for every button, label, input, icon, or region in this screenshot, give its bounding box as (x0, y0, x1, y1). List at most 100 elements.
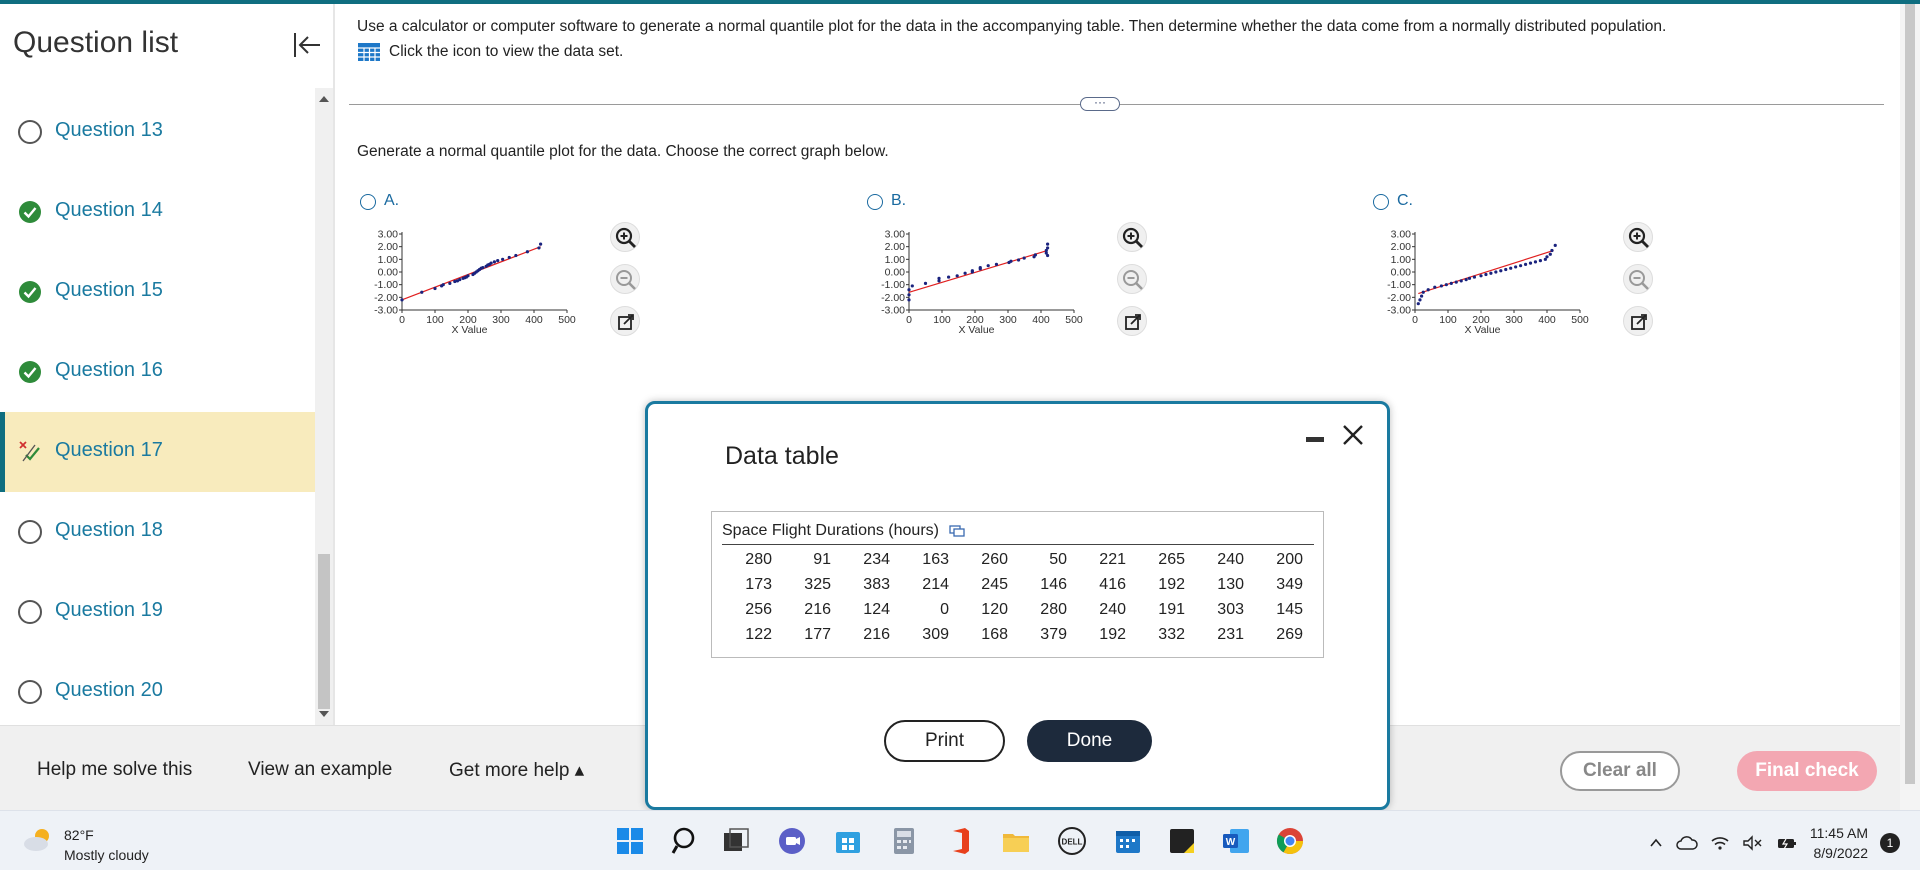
get-more-help-link[interactable]: Get more help ▴ (449, 759, 584, 782)
question-list-item[interactable]: Question 17 (0, 412, 315, 492)
table-cell: 168 (981, 625, 1008, 643)
windows-start-icon[interactable] (614, 825, 646, 857)
y-tick-label: -2.00 (1387, 292, 1411, 304)
scroll-up-arrow[interactable] (319, 96, 329, 102)
data-point (1489, 271, 1493, 275)
battery-charging-icon[interactable] (1776, 835, 1798, 851)
question-list-item-label[interactable]: Question 13 (55, 119, 163, 142)
page-scrollbar[interactable] (1900, 4, 1920, 810)
option-b-zoom-out-button[interactable] (1117, 264, 1147, 294)
x-tick-label: 100 (1439, 314, 1457, 326)
data-point (907, 288, 911, 292)
data-table-icon[interactable] (357, 42, 381, 62)
question-list-item[interactable]: Question 15 (0, 252, 315, 332)
file-explorer-icon[interactable] (1000, 825, 1032, 857)
done-button[interactable]: Done (1027, 720, 1152, 762)
question-list-item-label[interactable]: Question 17 (55, 439, 163, 462)
separator-handle[interactable]: ··· (1080, 96, 1120, 111)
scroll-thumb[interactable] (318, 554, 330, 709)
option-c-zoom-in-button[interactable] (1623, 222, 1653, 252)
data-point (1420, 294, 1424, 298)
zoom-in-icon (1628, 227, 1649, 248)
wifi-icon[interactable] (1710, 835, 1730, 851)
option-c-popout-button[interactable] (1623, 306, 1653, 336)
volume-muted-icon[interactable] (1742, 835, 1764, 851)
option-a[interactable]: A. 3.00 2.00 1.00 0.00 -1.00 -2.00 -3.00 0 100 20… (360, 190, 860, 390)
option-a-zoom-in-button[interactable] (610, 222, 640, 252)
data-point (1046, 253, 1050, 258)
x-tick-label: 500 (1571, 314, 1589, 326)
copy-icon[interactable] (949, 525, 965, 537)
word-icon[interactable]: W (1220, 825, 1252, 857)
table-cell: 309 (922, 625, 949, 643)
option-a-zoom-out-button[interactable] (610, 264, 640, 294)
clear-all-button[interactable]: Clear all (1560, 751, 1680, 791)
question-list-item[interactable]: Question 16 (0, 332, 315, 412)
clock-date: 8/9/2022 (1813, 845, 1869, 861)
close-icon[interactable] (1341, 423, 1365, 447)
question-list-item-label[interactable]: Question 20 (55, 679, 163, 702)
data-point (433, 286, 437, 291)
question-list-item-label[interactable]: Question 15 (55, 279, 163, 302)
option-a-radio[interactable] (360, 194, 376, 210)
office-icon[interactable] (944, 825, 976, 857)
table-cell: 163 (922, 550, 949, 568)
teams-chat-icon[interactable] (776, 825, 808, 857)
sticky-notes-icon[interactable] (1166, 825, 1198, 857)
weather-widget[interactable]: 82°F Mostly cloudy (22, 825, 149, 865)
table-cell: 221 (1099, 550, 1126, 568)
option-a-label[interactable]: A. (384, 192, 399, 210)
option-c[interactable]: C. 3.00 2.00 1.00 0.00 -1.00 -2.00 -3.00 0 100 20… (1373, 190, 1873, 390)
minimize-icon[interactable] (1306, 437, 1324, 442)
data-set-link-text[interactable]: Click the icon to view the data set. (389, 43, 623, 61)
view-example-link[interactable]: View an example (248, 759, 392, 781)
question-list-item[interactable]: Question 20 (0, 652, 315, 725)
data-table-box: Space Flight Durations (hours) 280 91 234 1… (711, 511, 1324, 658)
question-list-item[interactable]: Question 13 (0, 92, 315, 172)
option-a-popout-button[interactable] (610, 306, 640, 336)
chevron-up-icon[interactable] (1648, 835, 1664, 851)
x-tick-label: 400 (525, 314, 543, 326)
question-list-item-label[interactable]: Question 18 (55, 519, 163, 542)
option-b[interactable]: B. 3.00 2.00 1.00 0.00 -1.00 -2.00 -3.00 0 100 20… (867, 190, 1367, 390)
table-row: 122 177 216 309 168 379 192 332 231 269 (722, 622, 1312, 647)
y-tick-label: 1.00 (1391, 254, 1412, 266)
chrome-icon[interactable] (1274, 825, 1306, 857)
print-button[interactable]: Print (884, 720, 1005, 762)
clock[interactable]: 11:45 AM 8/9/2022 (1810, 823, 1868, 863)
table-cell: 200 (1276, 550, 1303, 568)
calculator-icon[interactable] (888, 825, 920, 857)
question-list-item-label[interactable]: Question 14 (55, 199, 163, 222)
onedrive-cloud-icon[interactable] (1676, 835, 1698, 851)
option-b-radio[interactable] (867, 194, 883, 210)
calendar-app-icon[interactable] (1112, 825, 1144, 857)
option-b-popout-button[interactable] (1117, 306, 1147, 336)
page-scroll-thumb[interactable] (1905, 4, 1915, 784)
data-point (1444, 283, 1448, 287)
question-list-item-label[interactable]: Question 16 (55, 359, 163, 382)
table-cell: 245 (981, 575, 1008, 593)
collapse-panel-icon[interactable] (290, 28, 324, 62)
question-list-item[interactable]: Question 14 (0, 172, 315, 252)
option-b-zoom-in-button[interactable] (1117, 222, 1147, 252)
option-c-radio[interactable] (1373, 194, 1389, 210)
option-c-zoom-out-button[interactable] (1623, 264, 1653, 294)
question-list-scrollbar[interactable] (315, 88, 333, 725)
notification-badge[interactable]: 1 (1880, 833, 1900, 853)
table-cell: 256 (745, 600, 772, 618)
x-tick-label: 400 (1032, 314, 1050, 326)
question-list-item[interactable]: Question 18 (0, 492, 315, 572)
option-c-label[interactable]: C. (1397, 192, 1413, 210)
task-view-icon[interactable] (720, 825, 752, 857)
zoom-out-icon (1123, 270, 1143, 290)
option-b-label[interactable]: B. (891, 192, 906, 210)
question-list-item-label[interactable]: Question 19 (55, 599, 163, 622)
microsoft-store-icon[interactable] (832, 825, 864, 857)
help-me-solve-link[interactable]: Help me solve this (37, 759, 192, 781)
scroll-down-arrow[interactable] (319, 711, 329, 717)
data-set-link[interactable]: Click the icon to view the data set. (357, 42, 623, 62)
search-icon[interactable] (670, 825, 702, 857)
dell-icon[interactable]: DELL (1056, 825, 1088, 857)
question-list-item[interactable]: Question 19 (0, 572, 315, 652)
final-check-button[interactable]: Final check (1737, 751, 1877, 791)
